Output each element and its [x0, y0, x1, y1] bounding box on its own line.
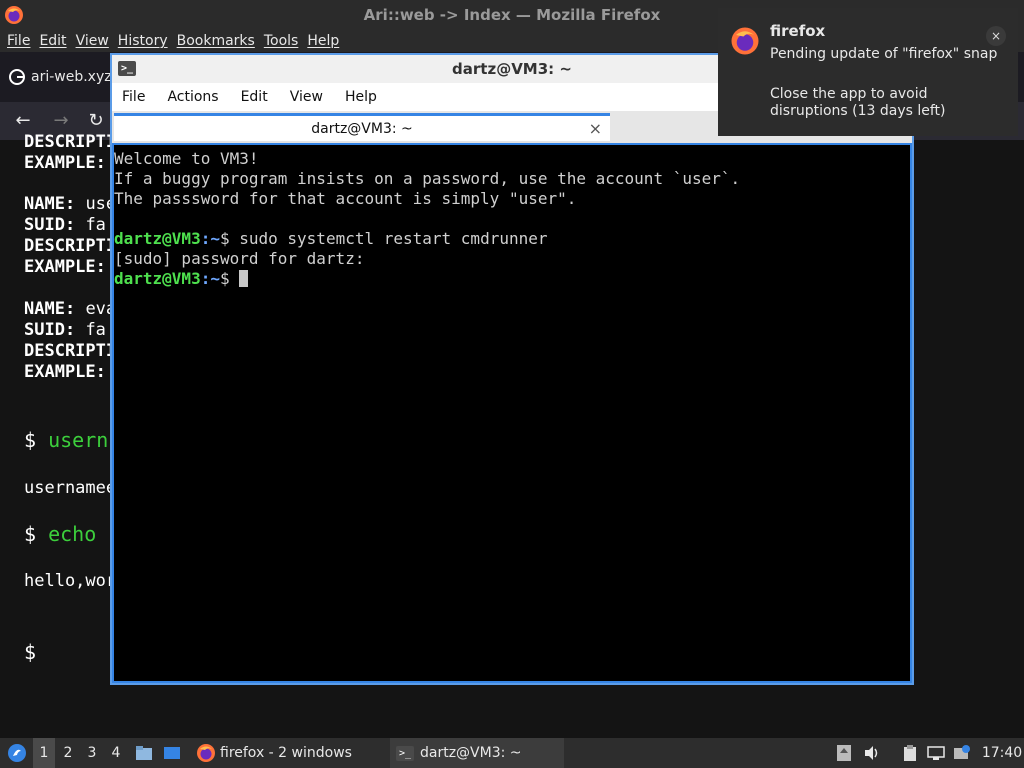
- reload-icon[interactable]: ↻: [85, 110, 107, 132]
- notification-popup[interactable]: firefox Pending update of "firefox" snap…: [718, 8, 1018, 136]
- back-arrow-icon[interactable]: ←: [12, 110, 34, 132]
- page-line: DESCRIPTI: [24, 341, 117, 361]
- page-line: EXAMPLE:: [24, 257, 106, 277]
- notification-message: Pending update of "firefox" snap: [770, 46, 998, 62]
- firefox-window-title: Ari::web -> Index — Mozilla Firefox: [363, 6, 661, 24]
- firefox-menu-edit[interactable]: Edit: [39, 33, 66, 49]
- page-command-line: $ usern: [24, 428, 109, 452]
- terminal-line: Welcome to VM3!: [114, 149, 259, 168]
- terminal-icon: >_: [118, 61, 136, 76]
- terminal-tab[interactable]: dartz@VM3: ~ ×: [114, 113, 610, 141]
- firefox-menu-bookmarks[interactable]: Bookmarks: [177, 33, 255, 49]
- taskbar: 1 2 3 4 firefox - 2 windows >_ dartz@VM3…: [0, 738, 1024, 768]
- workspace-1[interactable]: 1: [33, 738, 55, 768]
- terminal-line: [sudo] password for dartz:: [114, 249, 365, 268]
- volume-icon[interactable]: [862, 738, 882, 768]
- taskbar-item-terminal[interactable]: >_ dartz@VM3: ~: [390, 738, 564, 768]
- firefox-menu-file[interactable]: File: [7, 33, 30, 49]
- workspace-3[interactable]: 3: [81, 738, 103, 768]
- notification-close-button[interactable]: ×: [986, 26, 1006, 46]
- firefox-menu-tools[interactable]: Tools: [264, 33, 299, 49]
- terminal-menu-view[interactable]: View: [290, 89, 323, 105]
- page-line: DESCRIPTI: [24, 236, 117, 256]
- page-line: EXAMPLE:: [24, 153, 106, 173]
- firefox-menu-help[interactable]: Help: [307, 33, 339, 49]
- terminal-command-line: dartz@VM3:~$ sudo systemctl restart cmdr…: [114, 229, 548, 248]
- clock[interactable]: 17:40: [980, 738, 1024, 768]
- terminal-window-title: dartz@VM3: ~: [452, 60, 572, 78]
- terminal-tab-title: dartz@VM3: ~: [311, 120, 413, 137]
- page-output-line: usernamee: [24, 478, 117, 498]
- firefox-logo-icon: [730, 26, 760, 60]
- page-output-line: hello,wor: [24, 571, 117, 591]
- text-cursor: [239, 270, 249, 287]
- notification-app-name: firefox: [770, 22, 826, 40]
- site-favicon-icon: [9, 69, 25, 85]
- terminal-menu-edit[interactable]: Edit: [241, 89, 268, 105]
- taskbar-item-label: dartz@VM3: ~: [420, 745, 522, 761]
- terminal-line: If a buggy program insists on a password…: [114, 169, 741, 188]
- workspace-4[interactable]: 4: [105, 738, 127, 768]
- firefox-icon: [196, 743, 216, 763]
- page-command-line: $: [24, 640, 37, 664]
- firefox-menu-history[interactable]: History: [118, 33, 168, 49]
- file-manager-icon[interactable]: [134, 738, 154, 768]
- firefox-tab-title: ari-web.xyz: [31, 69, 112, 85]
- terminal-window: >_ dartz@VM3: ~ File Actions Edit View H…: [110, 53, 914, 685]
- terminal-output[interactable]: Welcome to VM3! If a buggy program insis…: [114, 145, 910, 681]
- firefox-tab[interactable]: ari-web.xyz: [0, 60, 120, 94]
- terminal-menu-actions[interactable]: Actions: [167, 89, 218, 105]
- taskbar-item-label: firefox - 2 windows: [220, 745, 352, 761]
- close-tab-icon[interactable]: ×: [589, 119, 602, 138]
- page-line: SUID: fa: [24, 215, 106, 235]
- page-command-line: $ echo: [24, 522, 97, 546]
- terminal-icon: >_: [396, 745, 414, 761]
- show-desktop-icon[interactable]: [162, 738, 182, 768]
- terminal-prompt-line: dartz@VM3:~$: [114, 269, 910, 289]
- workspace-2[interactable]: 2: [57, 738, 79, 768]
- page-line: SUID: fa: [24, 320, 106, 340]
- page-line: DESCRIPTI: [24, 132, 117, 152]
- terminal-menu-help[interactable]: Help: [345, 89, 377, 105]
- firefox-menu-view[interactable]: View: [76, 33, 109, 49]
- forward-arrow-icon[interactable]: →: [50, 110, 72, 132]
- firefox-logo-icon: [4, 5, 24, 29]
- network-icon[interactable]: [926, 738, 946, 768]
- taskbar-item-firefox[interactable]: firefox - 2 windows: [192, 738, 386, 768]
- page-line: NAME: use: [24, 194, 117, 214]
- start-menu-icon[interactable]: [4, 738, 30, 768]
- clipboard-icon[interactable]: [900, 738, 920, 768]
- terminal-line: The passsword for that account is simply…: [114, 189, 577, 208]
- page-line: EXAMPLE:: [24, 362, 106, 382]
- notification-indicator-icon[interactable]: [952, 738, 972, 768]
- terminal-menu-file[interactable]: File: [122, 89, 145, 105]
- updates-icon[interactable]: [834, 738, 854, 768]
- notification-detail: Close the app to avoid disruptions (13 d…: [770, 86, 946, 119]
- page-line: NAME: eva: [24, 299, 117, 319]
